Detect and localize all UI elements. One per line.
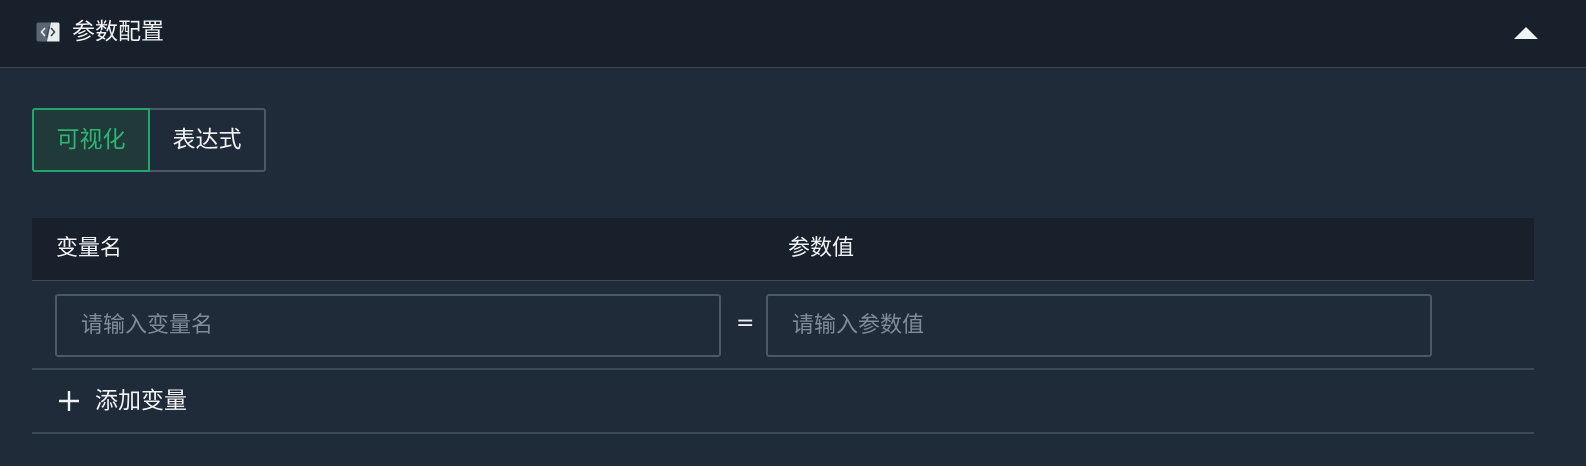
code-file-icon xyxy=(36,22,60,42)
variable-name-input[interactable] xyxy=(55,294,721,357)
add-variable-label: 添加变量 xyxy=(95,388,187,414)
plus-icon xyxy=(59,391,79,411)
parameter-value-input[interactable] xyxy=(766,294,1432,357)
panel-title: 参数配置 xyxy=(72,19,164,45)
equals-separator: = xyxy=(736,311,755,336)
mode-toggle: 可视化 表达式 xyxy=(32,108,266,172)
table-row: = xyxy=(32,281,1534,370)
mode-visual-button[interactable]: 可视化 xyxy=(32,108,150,172)
caret-up-icon[interactable] xyxy=(1508,20,1544,46)
column-header-variable-name: 变量名 xyxy=(56,236,123,261)
parameter-config-panel: 参数配置 可视化 表达式 变量名 参数值 = 添加变量 xyxy=(0,0,1586,466)
add-variable-button[interactable]: 添加变量 xyxy=(32,370,1534,434)
panel-header[interactable]: 参数配置 xyxy=(0,0,1586,68)
column-header-parameter-value: 参数值 xyxy=(788,236,855,261)
mode-expression-button[interactable]: 表达式 xyxy=(150,108,266,172)
table-header: 变量名 参数值 xyxy=(32,218,1534,281)
